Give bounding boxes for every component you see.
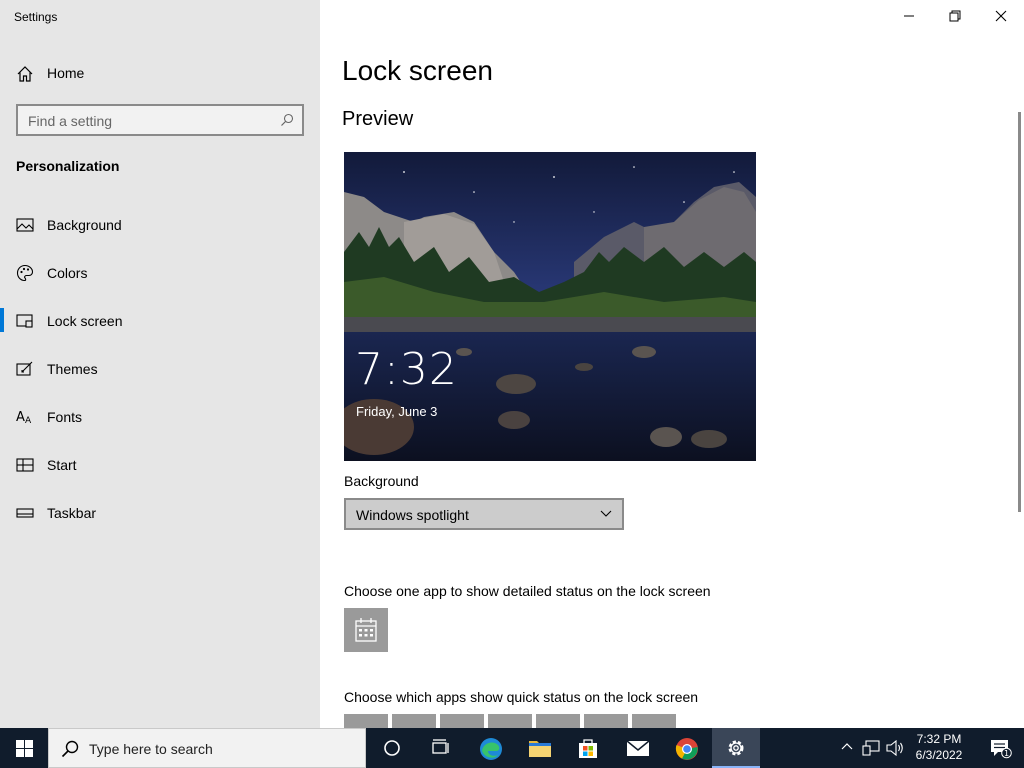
quick-status-app-button[interactable]	[584, 714, 628, 728]
quick-status-app-button[interactable]	[344, 714, 388, 728]
quick-status-app-row	[344, 714, 676, 728]
mail-icon	[626, 740, 650, 756]
clock-time: 7:32 PM	[916, 732, 962, 746]
preview-date: Friday, June 3	[356, 404, 438, 419]
sidebar-item-start[interactable]: Start	[0, 440, 320, 488]
network-icon	[862, 740, 880, 756]
active-indicator	[0, 308, 4, 332]
start-button[interactable]	[0, 728, 48, 768]
palette-icon	[16, 264, 34, 282]
chrome-icon	[675, 738, 698, 760]
store-icon	[579, 739, 597, 758]
show-hidden-icons-button[interactable]	[838, 728, 856, 768]
scrollbar[interactable]	[1018, 112, 1021, 512]
store-button[interactable]	[564, 728, 612, 768]
fonts-icon: A A	[16, 410, 32, 426]
sidebar-item-colors[interactable]: Colors	[0, 248, 320, 296]
themes-icon	[16, 361, 33, 376]
sidebar: Settings Home Find a setting Personaliza…	[0, 0, 320, 728]
taskbar-search-box[interactable]: Type here to search	[48, 728, 366, 768]
home-icon	[17, 66, 33, 82]
background-label: Background	[344, 473, 419, 489]
edge-button[interactable]	[466, 728, 514, 768]
sidebar-item-label: Themes	[47, 361, 98, 377]
quick-status-app-button[interactable]	[488, 714, 532, 728]
chrome-button[interactable]	[662, 728, 710, 768]
search-placeholder: Find a setting	[28, 113, 113, 129]
edge-browser-icon	[480, 738, 502, 760]
sidebar-item-label: Colors	[47, 265, 88, 281]
network-button[interactable]	[860, 728, 882, 768]
sidebar-item-label: Home	[47, 65, 85, 81]
task-view-icon	[432, 739, 449, 754]
windows-logo-icon	[16, 740, 33, 757]
quick-status-app-button[interactable]	[440, 714, 484, 728]
folder-icon	[529, 741, 551, 757]
restore-icon	[949, 10, 961, 22]
file-explorer-button[interactable]	[515, 728, 563, 768]
sidebar-item-background[interactable]: Background	[0, 200, 320, 248]
background-dropdown[interactable]: Windows spotlight	[344, 498, 624, 530]
action-center-button[interactable]: 1	[978, 728, 1024, 768]
taskbar-search-placeholder: Type here to search	[89, 741, 213, 757]
sidebar-item-lock-screen[interactable]: Lock screen	[0, 296, 320, 344]
calendar-icon	[355, 618, 377, 642]
taskbar: Type here to search 7:32 PM 6/3/2022 1	[0, 728, 1024, 768]
close-button[interactable]	[978, 0, 1024, 32]
cortana-icon	[384, 740, 400, 756]
restore-button[interactable]	[932, 0, 978, 32]
search-icon	[281, 113, 294, 126]
sidebar-item-label: Start	[47, 457, 77, 473]
sidebar-item-label: Background	[47, 217, 122, 233]
svg-text:A: A	[16, 410, 25, 425]
search-icon	[61, 740, 79, 758]
chevron-up-icon	[841, 743, 853, 750]
lock-screen-preview: 7:32 Friday, June 3	[344, 152, 756, 461]
section-title: Personalization	[16, 158, 120, 174]
minimize-button[interactable]	[886, 0, 932, 32]
search-input[interactable]: Find a setting	[16, 104, 304, 136]
taskbar-clock[interactable]: 7:32 PM 6/3/2022	[904, 731, 974, 763]
quick-status-app-button[interactable]	[392, 714, 436, 728]
notification-count: 1	[1004, 749, 1009, 758]
quick-status-label: Choose which apps show quick status on t…	[344, 689, 699, 705]
detailed-status-label: Choose one app to show detailed status o…	[344, 583, 711, 599]
page-title: Lock screen	[342, 55, 493, 86]
sidebar-item-taskbar[interactable]: Taskbar	[0, 488, 320, 536]
volume-button[interactable]	[884, 728, 906, 768]
sidebar-item-home[interactable]: Home	[0, 58, 320, 88]
settings-taskbar-button[interactable]	[712, 728, 760, 768]
start-icon	[16, 458, 34, 472]
speaker-icon	[886, 740, 903, 756]
clock-date: 6/3/2022	[915, 748, 963, 762]
notification-icon: 1	[991, 740, 1012, 759]
sidebar-item-label: Fonts	[47, 409, 83, 425]
svg-text:A: A	[25, 416, 32, 426]
close-icon	[995, 10, 1007, 22]
sidebar-item-themes[interactable]: Themes	[0, 344, 320, 392]
cortana-button[interactable]	[368, 728, 416, 768]
sidebar-item-label: Taskbar	[47, 505, 97, 521]
background-dropdown-value: Windows spotlight	[356, 507, 469, 523]
preview-heading: Preview	[342, 108, 414, 130]
lock-screen-icon	[16, 314, 33, 328]
gear-icon	[728, 740, 744, 756]
app-title: Settings	[14, 10, 58, 24]
mail-button[interactable]	[613, 728, 661, 768]
chevron-down-icon	[600, 510, 612, 517]
minimize-icon	[904, 15, 914, 17]
task-view-button[interactable]	[416, 728, 464, 768]
detailed-status-app-button[interactable]	[344, 608, 388, 652]
preview-time: 7:32	[355, 344, 458, 395]
quick-status-app-button[interactable]	[536, 714, 580, 728]
sidebar-item-label: Lock screen	[47, 313, 123, 329]
quick-status-app-button[interactable]	[632, 714, 676, 728]
nav-list: Background Colors Lock screen Themes A A…	[0, 200, 320, 536]
taskbar-icon	[16, 508, 34, 518]
image-icon	[16, 218, 34, 232]
sidebar-item-fonts[interactable]: A A Fonts	[0, 392, 320, 440]
